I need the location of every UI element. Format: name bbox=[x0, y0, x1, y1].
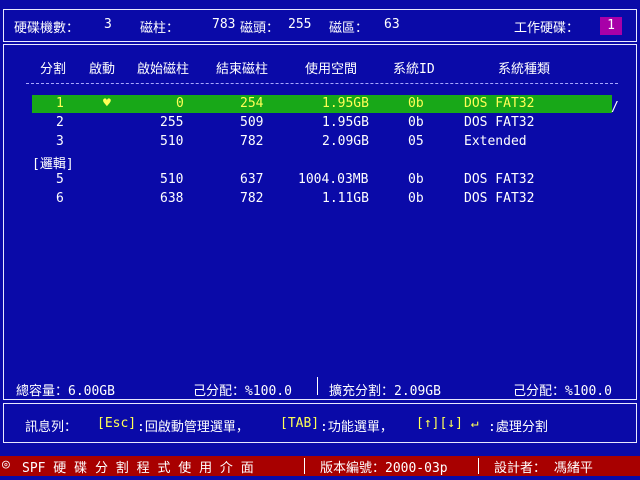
cylinders-value: 783 bbox=[212, 17, 236, 32]
work-disk-value[interactable]: 1 bbox=[600, 17, 622, 35]
start-cyl: 0 bbox=[176, 96, 184, 111]
allocated-primary: 己分配：%100.0 bbox=[193, 384, 292, 399]
boot-heart-icon: ♥ bbox=[103, 96, 111, 111]
col-system-type: 系統種類 bbox=[498, 62, 551, 77]
tab-text: :功能選單， bbox=[320, 420, 393, 435]
start-cyl: 510 bbox=[160, 172, 184, 187]
header-divider bbox=[26, 83, 618, 84]
cylinders-label: 磁柱： bbox=[140, 21, 180, 36]
end-cyl: 782 bbox=[240, 134, 264, 149]
size: 1.95GB bbox=[322, 115, 369, 130]
system-id: 0b bbox=[408, 115, 424, 130]
heads-value: 255 bbox=[288, 17, 312, 32]
size: 1004.03MB bbox=[298, 172, 369, 187]
col-partition: 分割 bbox=[40, 62, 67, 77]
version: 版本編號：2000-03p bbox=[320, 461, 448, 476]
partition-num: 1 bbox=[56, 96, 64, 111]
start-cyl: 638 bbox=[160, 191, 184, 206]
esc-text: :回啟動管理選單， bbox=[137, 420, 249, 435]
end-cyl: 254 bbox=[240, 96, 264, 111]
sectors-value: 63 bbox=[384, 17, 400, 32]
col-boot: 啟動 bbox=[89, 62, 116, 77]
system-id: 0b bbox=[408, 191, 424, 206]
heads-label: 磁頭： bbox=[240, 21, 280, 36]
extended-capacity: 擴充分割：2.09GB bbox=[329, 384, 441, 399]
message-label: 訊息列： bbox=[25, 420, 78, 435]
disks-value: 3 bbox=[104, 17, 112, 32]
partition-num: 2 bbox=[56, 115, 64, 130]
arrow-text: :處理分割 bbox=[488, 420, 548, 435]
status-divider bbox=[304, 458, 305, 474]
app-title: SPF 硬 碟 分 割 程 式 使 用 介 面 bbox=[22, 461, 254, 476]
end-cyl: 637 bbox=[240, 172, 264, 187]
partition-row-2[interactable]: 2 255 509 1.95GB 0b DOS FAT32 bbox=[32, 114, 612, 132]
sectors-label: 磁區： bbox=[329, 21, 369, 36]
tab-key: [TAB] bbox=[280, 416, 320, 431]
arrow-keys: [↑][↓] ↵ bbox=[416, 416, 479, 431]
status-bar: ◎ SPF 硬 碟 分 割 程 式 使 用 介 面 版本編號：2000-03p … bbox=[0, 456, 640, 476]
allocated-extended: 己分配：%100.0 bbox=[513, 384, 612, 399]
size: 2.09GB bbox=[322, 134, 369, 149]
disk-info-header: 硬碟機數： 3 磁柱： 783 磁頭： 255 磁區： 63 工作硬碟： 1 bbox=[3, 9, 637, 42]
system-type: DOS FAT32 bbox=[464, 115, 535, 130]
partition-row-5[interactable]: 5 510 637 1004.03MB 0b DOS FAT32 bbox=[32, 171, 612, 189]
partition-num: 3 bbox=[56, 134, 64, 149]
start-cyl: 255 bbox=[160, 115, 184, 130]
disks-label: 硬碟機數： bbox=[14, 21, 80, 36]
esc-key: [Esc] bbox=[97, 416, 137, 431]
system-id: 0b bbox=[408, 96, 424, 111]
size: 1.95GB bbox=[322, 96, 369, 111]
partition-row-1[interactable]: 1 ♥ 0 254 1.95GB 0b DOS FAT32 bbox=[32, 95, 612, 113]
spf-screen: 硬碟機數： 3 磁柱： 783 磁頭： 255 磁區： 63 工作硬碟： 1 分… bbox=[0, 0, 640, 480]
partition-panel: 分割 啟動 啟始磁柱 結束磁柱 使用空間 系統ID 系統種類 1 ♥ 0 254… bbox=[3, 44, 637, 400]
target-icon: ◎ bbox=[2, 457, 10, 472]
col-start-cyl: 啟始磁柱 bbox=[137, 62, 190, 77]
status-divider bbox=[478, 458, 479, 474]
message-bar: 訊息列： [Esc] :回啟動管理選單， [TAB] :功能選單， [↑][↓]… bbox=[3, 403, 637, 443]
author: 設計者： 馮緒平 bbox=[494, 461, 593, 476]
end-cyl: 509 bbox=[240, 115, 264, 130]
end-cyl: 782 bbox=[240, 191, 264, 206]
size: 1.11GB bbox=[322, 191, 369, 206]
summary-divider bbox=[317, 377, 318, 395]
col-size: 使用空間 bbox=[305, 62, 358, 77]
partition-num: 6 bbox=[56, 191, 64, 206]
system-id: 0b bbox=[408, 172, 424, 187]
work-disk-label: 工作硬碟： bbox=[514, 21, 580, 36]
col-system-id: 系統ID bbox=[393, 62, 435, 77]
start-cyl: 510 bbox=[160, 134, 184, 149]
total-capacity: 總容量：6.00GB bbox=[16, 384, 115, 399]
system-id: 05 bbox=[408, 134, 424, 149]
selection-cursor: / bbox=[611, 100, 619, 115]
col-end-cyl: 結束磁柱 bbox=[216, 62, 269, 77]
system-type: DOS FAT32 bbox=[464, 191, 535, 206]
logical-label: [邏輯] bbox=[32, 157, 74, 172]
system-type: DOS FAT32 bbox=[464, 96, 535, 111]
partition-num: 5 bbox=[56, 172, 64, 187]
partition-row-3[interactable]: 3 510 782 2.09GB 05 Extended bbox=[32, 133, 612, 151]
system-type: DOS FAT32 bbox=[464, 172, 535, 187]
system-type: Extended bbox=[464, 134, 527, 149]
partition-row-6[interactable]: 6 638 782 1.11GB 0b DOS FAT32 bbox=[32, 190, 612, 208]
